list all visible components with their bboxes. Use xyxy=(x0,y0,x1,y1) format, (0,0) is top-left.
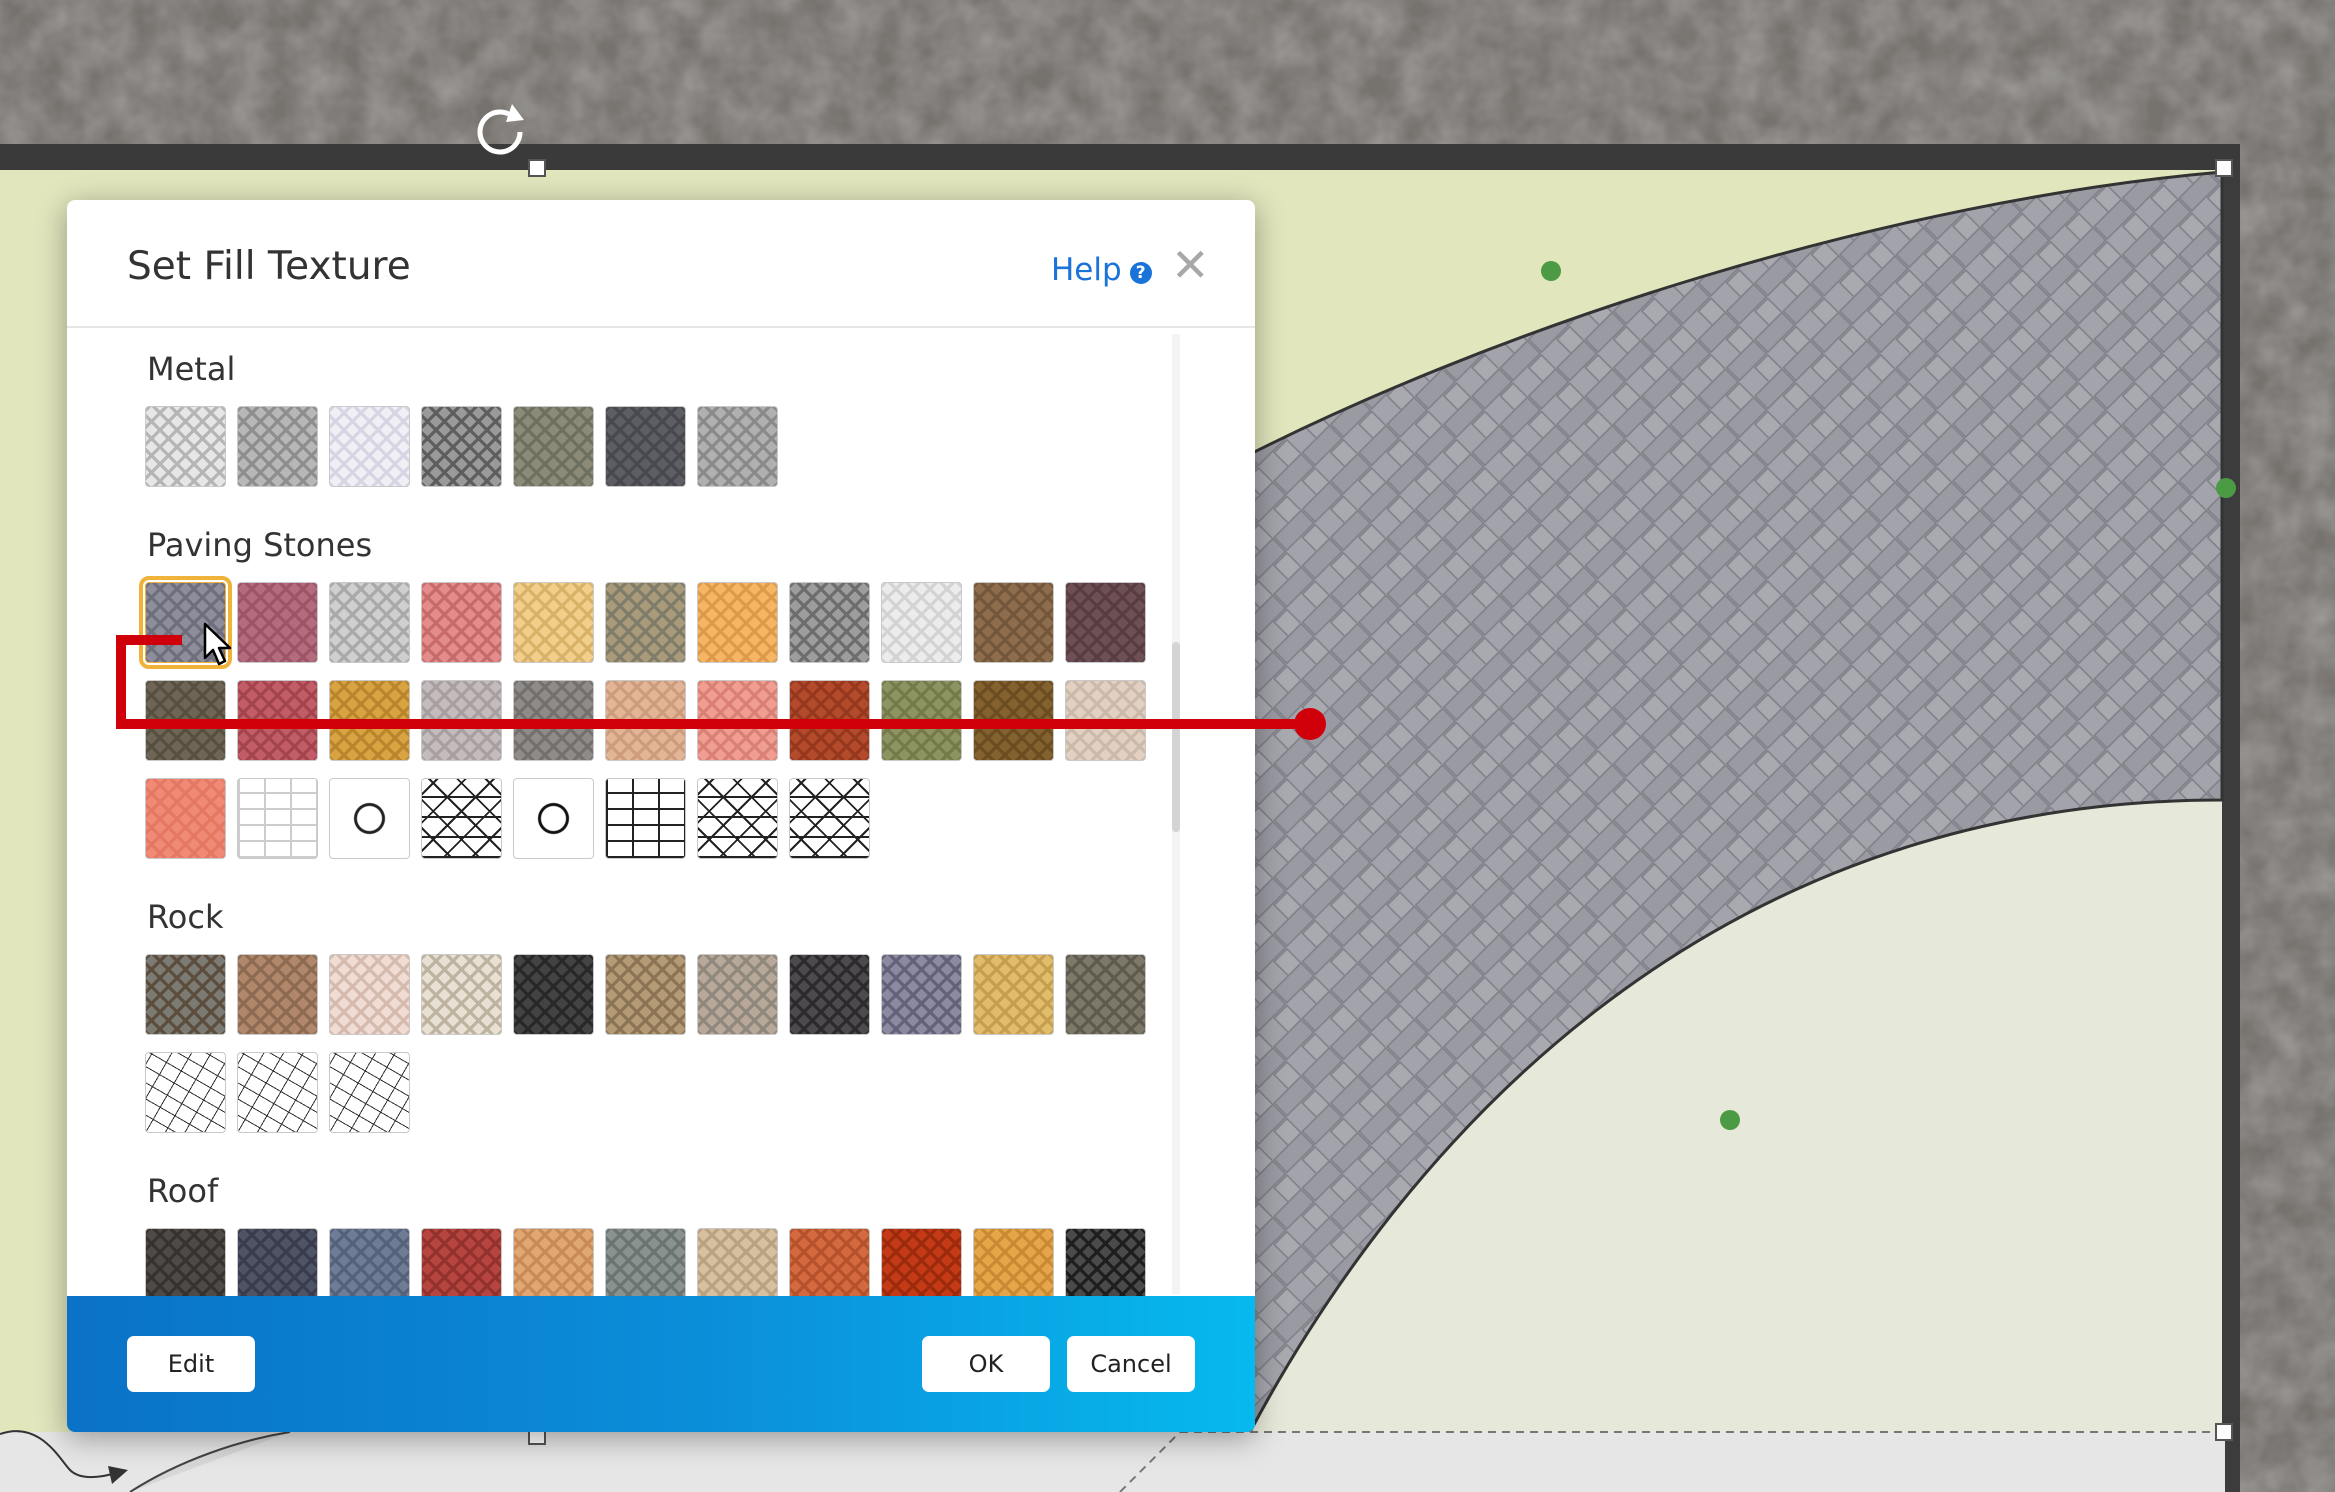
texture-swatch-paving-6[interactable] xyxy=(605,582,686,663)
texture-swatch-paving-9[interactable] xyxy=(881,582,962,663)
texture-swatch-paving-3[interactable] xyxy=(329,582,410,663)
texture-swatch-rock-8[interactable] xyxy=(789,954,870,1035)
texture-swatch-roof-3[interactable] xyxy=(329,1228,410,1296)
texture-swatch-rock-13[interactable] xyxy=(237,1052,318,1133)
section-title-rock: Rock xyxy=(147,898,224,936)
swatch-row xyxy=(145,680,1146,761)
texture-swatch-roof-6[interactable] xyxy=(605,1228,686,1296)
cancel-button[interactable]: Cancel xyxy=(1067,1336,1195,1392)
swatch-row xyxy=(145,778,870,859)
texture-swatch-paving-8[interactable] xyxy=(789,582,870,663)
swatch-row xyxy=(145,406,778,487)
section-title-metal: Metal xyxy=(147,350,236,388)
texture-swatch-metal-2[interactable] xyxy=(237,406,318,487)
section-title-roof: Roof xyxy=(147,1172,219,1210)
texture-swatch-paving-5[interactable] xyxy=(513,582,594,663)
texture-swatch-rock-1[interactable] xyxy=(145,954,226,1035)
texture-swatch-rock-4[interactable] xyxy=(421,954,502,1035)
texture-swatch-roof-7[interactable] xyxy=(697,1228,778,1296)
texture-swatch-paving-4[interactable] xyxy=(421,582,502,663)
texture-swatch-roof-4[interactable] xyxy=(421,1228,502,1296)
texture-swatch-rock-11[interactable] xyxy=(1065,954,1146,1035)
texture-swatch-metal-6[interactable] xyxy=(605,406,686,487)
edit-button[interactable]: Edit xyxy=(127,1336,255,1392)
section-title-paving-stones: Paving Stones xyxy=(147,526,373,564)
resize-handle-bottom-right[interactable] xyxy=(2215,1423,2233,1441)
texture-swatch-paving-2[interactable] xyxy=(237,582,318,663)
texture-swatch-paving-18[interactable] xyxy=(697,680,778,761)
texture-swatch-paving-10[interactable] xyxy=(973,582,1054,663)
control-point[interactable] xyxy=(2216,478,2236,498)
texture-swatch-roof-8[interactable] xyxy=(789,1228,870,1296)
help-label[interactable]: Help xyxy=(1051,252,1122,288)
texture-swatch-paving-25[interactable] xyxy=(329,778,410,859)
texture-swatch-rock-2[interactable] xyxy=(237,954,318,1035)
texture-swatch-paving-24[interactable] xyxy=(237,778,318,859)
texture-list[interactable]: Metal Paving Stones Rock Roof xyxy=(67,330,1255,1296)
texture-swatch-metal-3[interactable] xyxy=(329,406,410,487)
texture-swatch-paving-12[interactable] xyxy=(145,680,226,761)
texture-swatch-paving-20[interactable] xyxy=(881,680,962,761)
texture-swatch-roof-11[interactable] xyxy=(1065,1228,1146,1296)
texture-swatch-rock-5[interactable] xyxy=(513,954,594,1035)
texture-swatch-paving-26[interactable] xyxy=(421,778,502,859)
texture-swatch-metal-4[interactable] xyxy=(421,406,502,487)
swatch-row xyxy=(145,1052,410,1133)
texture-swatch-rock-7[interactable] xyxy=(697,954,778,1035)
texture-swatch-paving-13[interactable] xyxy=(237,680,318,761)
texture-swatch-roof-9[interactable] xyxy=(881,1228,962,1296)
plan-wall-right xyxy=(2222,145,2240,1492)
texture-swatch-paving-15[interactable] xyxy=(421,680,502,761)
texture-swatch-rock-14[interactable] xyxy=(329,1052,410,1133)
texture-swatch-paving-29[interactable] xyxy=(697,778,778,859)
texture-swatch-paving-27[interactable] xyxy=(513,778,594,859)
swatch-row xyxy=(145,954,1146,1035)
texture-swatch-roof-1[interactable] xyxy=(145,1228,226,1296)
texture-swatch-paving-14[interactable] xyxy=(329,680,410,761)
help-circle-icon[interactable]: ? xyxy=(1129,262,1152,284)
texture-swatch-paving-16[interactable] xyxy=(513,680,594,761)
texture-swatch-paving-22[interactable] xyxy=(1065,680,1146,761)
texture-swatch-metal-5[interactable] xyxy=(513,406,594,487)
swatch-row xyxy=(139,576,1146,669)
texture-swatch-metal-7[interactable] xyxy=(697,406,778,487)
texture-swatch-rock-6[interactable] xyxy=(605,954,686,1035)
dialog-header: Set Fill Texture Help? ✕ xyxy=(67,200,1255,328)
texture-swatch-metal-1[interactable] xyxy=(145,406,226,487)
texture-swatch-paving-23[interactable] xyxy=(145,778,226,859)
texture-swatch-roof-10[interactable] xyxy=(973,1228,1054,1296)
dialog-footer: Edit OK Cancel xyxy=(67,1296,1255,1432)
control-point[interactable] xyxy=(1541,261,1561,281)
texture-swatch-paving-11[interactable] xyxy=(1065,582,1146,663)
plan-wall-top xyxy=(0,144,2240,170)
texture-swatch-paving-7[interactable] xyxy=(697,582,778,663)
scrollbar-thumb[interactable] xyxy=(1172,642,1180,832)
texture-swatch-roof-2[interactable] xyxy=(237,1228,318,1296)
texture-swatch-paving-21[interactable] xyxy=(973,680,1054,761)
bottom-strip xyxy=(0,1432,2225,1492)
texture-swatch-paving-17[interactable] xyxy=(605,680,686,761)
texture-swatch-paving-19[interactable] xyxy=(789,680,870,761)
texture-swatch-roof-5[interactable] xyxy=(513,1228,594,1296)
help-link[interactable]: Help? xyxy=(1051,252,1152,288)
texture-swatch-rock-10[interactable] xyxy=(973,954,1054,1035)
texture-swatch-rock-3[interactable] xyxy=(329,954,410,1035)
swatch-row xyxy=(145,1228,1146,1296)
texture-swatch-paving-28[interactable] xyxy=(605,778,686,859)
resize-handle-top[interactable] xyxy=(528,159,546,177)
close-icon[interactable]: ✕ xyxy=(1171,242,1210,288)
set-fill-texture-dialog: Set Fill Texture Help? ✕ Metal Paving St… xyxy=(67,200,1255,1432)
texture-swatch-rock-9[interactable] xyxy=(881,954,962,1035)
control-point[interactable] xyxy=(1720,1110,1740,1130)
texture-swatch-paving-30[interactable] xyxy=(789,778,870,859)
ok-button[interactable]: OK xyxy=(922,1336,1050,1392)
texture-swatch-rock-12[interactable] xyxy=(145,1052,226,1133)
dialog-title: Set Fill Texture xyxy=(127,244,411,289)
resize-handle-top-right[interactable] xyxy=(2215,159,2233,177)
mouse-cursor-icon xyxy=(203,622,232,666)
